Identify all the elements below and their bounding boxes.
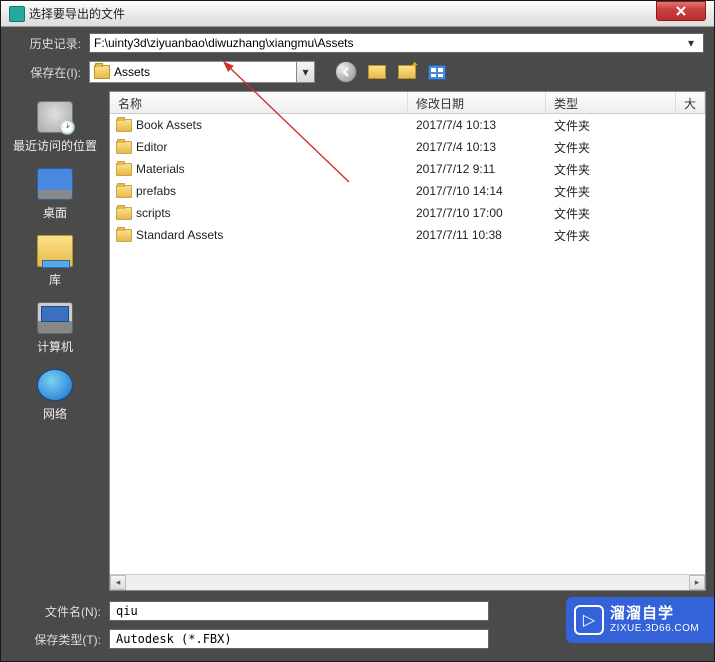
window-title: 选择要导出的文件: [29, 5, 656, 22]
place-recent[interactable]: 最近访问的位置: [13, 101, 97, 154]
file-row[interactable]: Editor 2017/7/4 10:13 文件夹: [110, 136, 705, 158]
folder-icon: [116, 119, 132, 132]
filetype-combo[interactable]: Autodesk (*.FBX): [109, 629, 489, 649]
export-dialog-window: 选择要导出的文件 历史记录: F:\uinty3d\ziyuanbao\diwu…: [0, 0, 715, 662]
place-recent-label: 最近访问的位置: [13, 137, 97, 154]
folder-icon: [116, 163, 132, 176]
file-name: Materials: [136, 162, 185, 176]
recent-places-icon: [37, 101, 73, 133]
savein-dropdown-button[interactable]: ▾: [297, 61, 315, 83]
folder-toolbar: [335, 61, 447, 83]
file-name: Book Assets: [136, 118, 202, 132]
file-row[interactable]: scripts 2017/7/10 17:00 文件夹: [110, 202, 705, 224]
file-type: 文件夹: [546, 205, 676, 222]
folder-icon: [94, 65, 110, 79]
arrow-left-icon: [341, 67, 351, 77]
watermark-badge: ▷ 溜溜自学 ZIXUE.3D66.COM: [566, 597, 714, 643]
history-combo[interactable]: F:\uinty3d\ziyuanbao\diwuzhang\xiangmu\A…: [89, 33, 704, 53]
close-button[interactable]: [656, 1, 706, 21]
top-controls: 历史记录: F:\uinty3d\ziyuanbao\diwuzhang\xia…: [1, 27, 714, 91]
place-desktop-label: 桌面: [43, 204, 67, 221]
file-type: 文件夹: [546, 117, 676, 134]
file-row[interactable]: Standard Assets 2017/7/11 10:38 文件夹: [110, 224, 705, 246]
folder-icon: [116, 229, 132, 242]
file-type: 文件夹: [546, 183, 676, 200]
filetype-label: 保存类型(T):: [11, 631, 109, 648]
file-date: 2017/7/11 10:38: [408, 228, 546, 242]
scroll-left-button[interactable]: ◂: [110, 575, 126, 590]
filename-input[interactable]: qiu: [109, 601, 489, 621]
savein-combo[interactable]: Assets: [89, 61, 297, 83]
file-list-area: 名称 修改日期 类型 大 Book Assets 2017/7/4 10:13 …: [109, 91, 706, 591]
file-date: 2017/7/10 14:14: [408, 184, 546, 198]
horizontal-scrollbar[interactable]: ◂ ▸: [110, 574, 705, 590]
column-headers: 名称 修改日期 类型 大: [110, 92, 705, 114]
file-type: 文件夹: [546, 227, 676, 244]
file-date: 2017/7/4 10:13: [408, 118, 546, 132]
chevron-down-icon: ▾: [683, 36, 699, 50]
filename-label: 文件名(N):: [11, 603, 109, 620]
history-value: F:\uinty3d\ziyuanbao\diwuzhang\xiangmu\A…: [94, 36, 683, 50]
back-button[interactable]: [335, 61, 357, 83]
file-row[interactable]: prefabs 2017/7/10 14:14 文件夹: [110, 180, 705, 202]
place-network-label: 网络: [43, 405, 67, 422]
folder-icon: [116, 207, 132, 220]
folder-new-icon: [398, 65, 416, 79]
watermark-text: 溜溜自学 ZIXUE.3D66.COM: [610, 606, 699, 634]
view-grid-icon: [428, 65, 446, 80]
network-icon: [37, 369, 73, 401]
filename-value: qiu: [116, 604, 138, 618]
column-header-date[interactable]: 修改日期: [408, 92, 546, 113]
history-row: 历史记录: F:\uinty3d\ziyuanbao\diwuzhang\xia…: [11, 33, 704, 53]
library-icon: [37, 235, 73, 267]
desktop-icon: [37, 168, 73, 200]
close-icon: [676, 6, 686, 16]
place-computer[interactable]: 计算机: [37, 302, 73, 355]
folder-up-icon: [368, 65, 386, 79]
place-network[interactable]: 网络: [37, 369, 73, 422]
up-folder-button[interactable]: [367, 63, 387, 81]
file-name: Editor: [136, 140, 167, 154]
play-icon: ▷: [574, 605, 604, 635]
file-row[interactable]: Materials 2017/7/12 9:11 文件夹: [110, 158, 705, 180]
file-name: Standard Assets: [136, 228, 223, 242]
file-type: 文件夹: [546, 139, 676, 156]
place-library-label: 库: [49, 271, 61, 288]
view-menu-button[interactable]: [427, 63, 447, 81]
computer-icon: [37, 302, 73, 334]
titlebar: 选择要导出的文件: [1, 1, 714, 27]
scroll-right-button[interactable]: ▸: [689, 575, 705, 590]
file-date: 2017/7/10 17:00: [408, 206, 546, 220]
savein-label: 保存在(I):: [11, 64, 89, 81]
chevron-down-icon: ▾: [302, 65, 308, 79]
new-folder-button[interactable]: [397, 63, 417, 81]
savein-row: 保存在(I): Assets ▾: [11, 61, 704, 83]
watermark-url: ZIXUE.3D66.COM: [610, 623, 699, 634]
body-area: 最近访问的位置 桌面 库 计算机 网络 名称 修改日期: [1, 91, 714, 591]
column-header-type[interactable]: 类型: [546, 92, 676, 113]
place-computer-label: 计算机: [37, 338, 73, 355]
file-name: prefabs: [136, 184, 176, 198]
folder-icon: [116, 185, 132, 198]
app-icon: [9, 6, 25, 22]
file-list[interactable]: Book Assets 2017/7/4 10:13 文件夹 Editor 20…: [110, 114, 705, 574]
column-header-size[interactable]: 大: [676, 92, 705, 113]
filetype-value: Autodesk (*.FBX): [116, 632, 232, 646]
place-library[interactable]: 库: [37, 235, 73, 288]
file-date: 2017/7/4 10:13: [408, 140, 546, 154]
watermark-title: 溜溜自学: [610, 606, 699, 623]
history-label: 历史记录:: [11, 35, 89, 52]
place-desktop[interactable]: 桌面: [37, 168, 73, 221]
column-header-name[interactable]: 名称: [110, 92, 408, 113]
file-type: 文件夹: [546, 161, 676, 178]
places-bar: 最近访问的位置 桌面 库 计算机 网络: [1, 91, 109, 591]
folder-icon: [116, 141, 132, 154]
file-row[interactable]: Book Assets 2017/7/4 10:13 文件夹: [110, 114, 705, 136]
savein-value: Assets: [114, 65, 150, 79]
file-date: 2017/7/12 9:11: [408, 162, 546, 176]
file-name: scripts: [136, 206, 171, 220]
